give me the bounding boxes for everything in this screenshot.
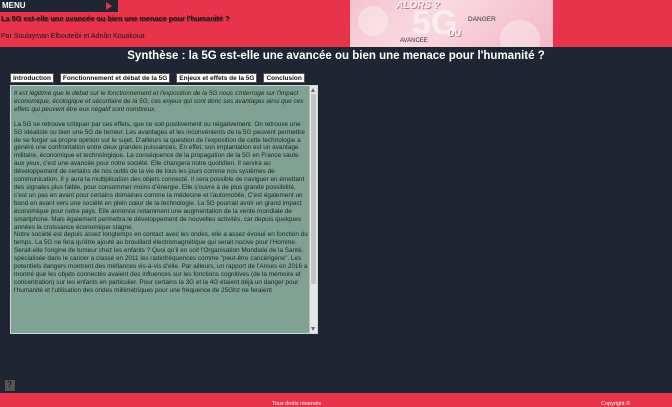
banner-text-alors: ALORS ? [396, 0, 440, 11]
tab-conclusion[interactable]: Conclusion [263, 73, 305, 83]
tab-bar: Introduction Fonctionnement et débat de … [10, 73, 305, 83]
banner-bubble [358, 6, 388, 36]
banner-bubble [500, 20, 540, 47]
menu-arrow-icon [106, 2, 112, 10]
question-icon: ? [7, 380, 12, 389]
tab-introduction[interactable]: Introduction [10, 73, 54, 83]
scrollbar-thumb[interactable] [311, 94, 316, 284]
content-panel[interactable]: Il est légitime que le débat sur le fonc… [10, 85, 318, 334]
site-title: La 5G est-elle une avancée ou bien une m… [1, 14, 230, 23]
intro-paragraph: Il est légitime que le débat sur le fonc… [14, 90, 304, 113]
tab-fonctionnement[interactable]: Fonctionnement et débat de la 5G [59, 73, 171, 83]
authors-line: Par Soulayman Elbouteibi et Adnân Kouako… [1, 33, 145, 40]
header-bar: MENU La 5G est-elle une avancée ou bien … [0, 0, 672, 47]
menu-label: MENU [2, 1, 26, 10]
scroll-down-arrow-icon[interactable] [311, 327, 315, 331]
footer-copyright: Copyright © [601, 401, 631, 407]
banner-image: 5G ALORS ? DANGER DU AVANCEE [350, 0, 553, 47]
scrollbar[interactable] [309, 86, 317, 333]
banner-text-du: DU [448, 28, 461, 38]
footer-bar: Tous droits réservés Copyright © [0, 393, 672, 407]
banner-text-avancee: AVANCEE [400, 38, 428, 44]
banner-text-danger: DANGER [468, 16, 496, 23]
help-button[interactable]: ? [4, 379, 16, 392]
content-text: Il est légitime que le débat sur le fonc… [14, 90, 308, 302]
body-paragraph: La 5G se retrouve critiquer par ces effe… [14, 120, 305, 231]
menu-button[interactable]: MENU [0, 0, 118, 12]
page-title: Synthèse : la 5G est-elle une avancée ou… [127, 50, 545, 62]
body-paragraph: Notre société est depuis assez longtemps… [14, 231, 308, 294]
tab-enjeux[interactable]: Enjeux et effets de la 5G [176, 73, 258, 83]
scroll-up-arrow-icon[interactable] [311, 88, 315, 92]
footer-rights: Tous droits réservés [272, 401, 322, 407]
